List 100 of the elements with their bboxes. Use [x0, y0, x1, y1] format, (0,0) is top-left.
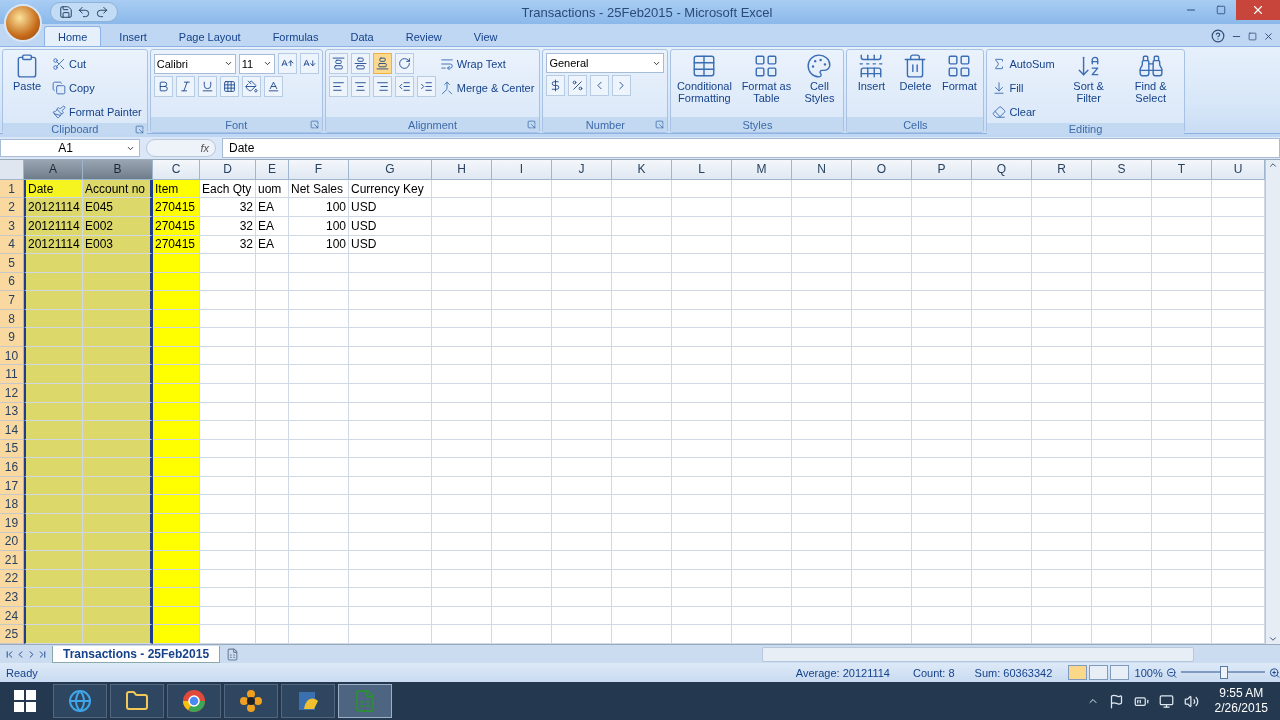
column-header[interactable]: E	[256, 160, 289, 180]
bottom-align-button[interactable]	[372, 53, 392, 74]
column-header[interactable]: G	[349, 160, 432, 180]
column-header[interactable]: R	[1032, 160, 1092, 180]
borders-button[interactable]	[219, 76, 239, 97]
ribbon-tab[interactable]: Home	[44, 26, 102, 46]
row-header[interactable]: 16	[0, 458, 24, 477]
vertical-scrollbar[interactable]	[1265, 160, 1280, 644]
column-header[interactable]: U	[1212, 160, 1265, 180]
name-box[interactable]: A1	[0, 139, 140, 157]
row-header[interactable]: 25	[0, 625, 24, 644]
column-header[interactable]: H	[432, 160, 492, 180]
zoom-thumb[interactable]	[1219, 666, 1228, 679]
ribbon-button[interactable]: Merge & Center	[437, 77, 537, 99]
row-header[interactable]: 12	[0, 384, 24, 403]
close-icon[interactable]	[1263, 30, 1274, 42]
ribbon-tab[interactable]: Review	[391, 26, 456, 46]
fill-color-button[interactable]	[241, 76, 261, 97]
column-header[interactable]: O	[852, 160, 912, 180]
ribbon-tab[interactable]: Formulas	[258, 26, 333, 46]
scroll-up-icon[interactable]	[1268, 160, 1278, 170]
ribbon-button[interactable]: Format Painter	[50, 101, 144, 123]
percent-button[interactable]	[568, 75, 588, 96]
dialog-launcher-icon[interactable]	[309, 120, 319, 129]
align-left-button[interactable]	[328, 76, 348, 97]
ribbon-button[interactable]: Copy	[50, 77, 97, 99]
ribbon-button[interactable]: Delete	[894, 53, 937, 92]
clock-time[interactable]: 9:55 AM	[1219, 686, 1264, 701]
column-header[interactable]: C	[153, 160, 200, 180]
undo-icon[interactable]	[77, 5, 91, 19]
horizontal-scrollbar[interactable]	[762, 646, 1194, 662]
column-header[interactable]: Q	[972, 160, 1032, 180]
restore-icon[interactable]	[1248, 31, 1257, 41]
normal-view-button[interactable]	[1068, 665, 1088, 680]
align-right-button[interactable]	[372, 76, 392, 97]
column-header[interactable]: F	[289, 160, 349, 180]
dialog-launcher-icon[interactable]	[134, 124, 144, 134]
column-header[interactable]: K	[612, 160, 672, 180]
ribbon-button[interactable]: Fill	[990, 77, 1026, 99]
decrease-indent-button[interactable]	[394, 76, 414, 97]
taskbar-app[interactable]	[224, 684, 278, 718]
row-header[interactable]: 5	[0, 254, 24, 273]
font-color-button[interactable]	[263, 76, 283, 97]
row-header[interactable]: 2	[0, 198, 24, 217]
ribbon-tab[interactable]: Page Layout	[164, 26, 255, 46]
dropdown-field[interactable]: Calibri	[153, 53, 236, 74]
row-header[interactable]: 7	[0, 291, 24, 310]
ribbon-button[interactable]: Cut	[50, 53, 89, 75]
top-align-button[interactable]	[328, 53, 348, 74]
help-icon[interactable]	[1211, 29, 1225, 43]
new-sheet-icon[interactable]	[226, 647, 240, 661]
taskbar-app[interactable]	[110, 684, 164, 718]
ribbon-button[interactable]: Format as Table	[736, 53, 797, 104]
ribbon-button[interactable]: Paste	[6, 53, 48, 92]
ribbon-tab[interactable]: Insert	[105, 26, 161, 46]
column-header[interactable]: S	[1092, 160, 1152, 180]
ribbon-tab[interactable]: View	[459, 26, 512, 46]
center-button[interactable]	[350, 76, 370, 97]
ribbon-button[interactable]: Cell Styles	[798, 53, 841, 104]
ribbon-button[interactable]: Format	[938, 53, 981, 92]
zoom-out-icon[interactable]	[1165, 666, 1177, 679]
currency-button[interactable]	[546, 75, 566, 96]
first-sheet-icon[interactable]	[4, 648, 15, 660]
orientation-button[interactable]	[394, 53, 414, 74]
formula-field[interactable]: Date	[222, 138, 1280, 158]
redo-icon[interactable]	[95, 5, 109, 19]
row-header[interactable]: 23	[0, 588, 24, 607]
column-header[interactable]: A	[24, 160, 83, 180]
insert-function-button[interactable]: fx	[146, 139, 216, 157]
row-header[interactable]: 9	[0, 328, 24, 347]
shrink-font-button[interactable]	[299, 53, 319, 74]
close-button[interactable]	[1236, 0, 1280, 20]
ribbon-button[interactable]: Sort & Filter	[1058, 53, 1119, 104]
zoom-in-icon[interactable]	[1268, 666, 1280, 679]
sheet-tab[interactable]: Transactions - 25Feb2015	[52, 645, 221, 663]
page-break-view-button[interactable]	[1109, 665, 1129, 680]
column-header[interactable]: M	[732, 160, 792, 180]
dialog-launcher-icon[interactable]	[655, 120, 665, 129]
flag-icon[interactable]	[1108, 693, 1124, 709]
ribbon-button[interactable]: Conditional Formatting	[674, 53, 735, 104]
office-button[interactable]	[4, 4, 42, 42]
column-header[interactable]: B	[83, 160, 153, 180]
ribbon-button[interactable]: Find & Select	[1120, 53, 1181, 104]
save-icon[interactable]	[59, 5, 73, 19]
row-header[interactable]: 11	[0, 365, 24, 384]
scroll-down-icon[interactable]	[1268, 634, 1278, 644]
middle-align-button[interactable]	[350, 53, 370, 74]
ribbon-button[interactable]: AutoSum	[990, 53, 1057, 75]
ribbon-button[interactable]: Clear	[990, 101, 1038, 123]
taskbar-app[interactable]	[281, 684, 335, 718]
row-header[interactable]: 21	[0, 551, 24, 570]
ribbon-button[interactable]: Insert	[850, 53, 893, 92]
taskbar-app[interactable]	[53, 684, 107, 718]
column-header[interactable]: D	[200, 160, 256, 180]
column-header[interactable]: N	[792, 160, 852, 180]
column-header[interactable]: I	[492, 160, 552, 180]
column-header[interactable]: P	[912, 160, 972, 180]
ribbon-button[interactable]: Wrap Text	[437, 53, 508, 75]
volume-icon[interactable]	[1183, 693, 1199, 709]
clock-date[interactable]: 2/26/2015	[1214, 701, 1268, 716]
